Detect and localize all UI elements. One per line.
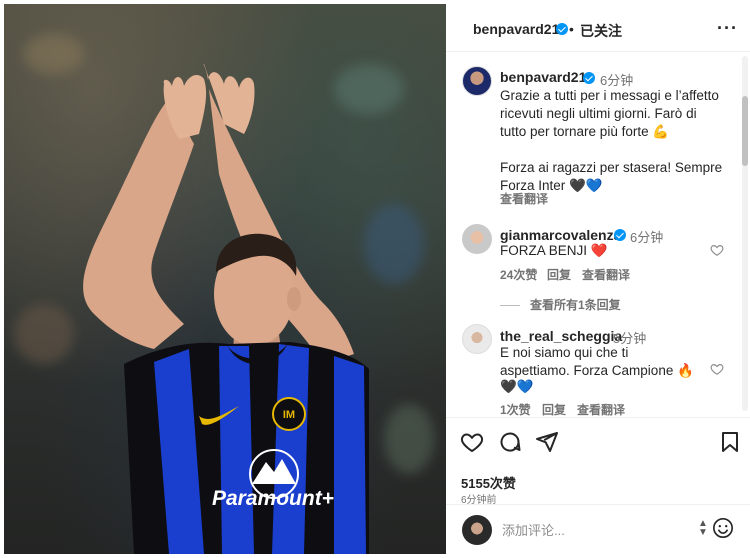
comment-username[interactable]: the_real_scheggia	[500, 328, 622, 344]
share-send-icon[interactable]	[535, 430, 559, 454]
comment-translate-link[interactable]: 查看翻译	[582, 266, 630, 283]
scrollbar-thumb[interactable]	[742, 96, 748, 166]
caption-username[interactable]: benpavard21	[500, 69, 586, 85]
smiley-emoji-icon[interactable]	[712, 517, 734, 539]
post-side-panel: benpavard21 • 已关注 ··· benpavard21 6分钟 Gr…	[446, 4, 750, 554]
like-heart-icon[interactable]	[460, 430, 484, 454]
verified-badge-icon	[583, 72, 595, 84]
author-username[interactable]: benpavard21	[473, 21, 559, 37]
svg-text:IM: IM	[283, 409, 295, 421]
comment-translate-link[interactable]: 查看翻译	[577, 401, 625, 417]
commenter-avatar[interactable]	[462, 224, 492, 254]
comment-text: E noi siamo qui che ti	[500, 345, 629, 360]
likes-count[interactable]: 5155次赞	[461, 473, 516, 492]
caption-translate-link[interactable]: 查看翻译	[500, 190, 548, 207]
current-user-avatar	[462, 515, 492, 545]
comment-reply-button[interactable]: 回复	[547, 266, 571, 283]
comment-like-icon[interactable]	[710, 243, 724, 257]
comment-like-icon[interactable]	[710, 362, 724, 376]
post-photo[interactable]: IM Paramount+	[4, 4, 446, 554]
comment-text: FORZA BENJI ❤️	[500, 243, 608, 258]
comment-likes-count[interactable]: 24次赞	[500, 266, 537, 283]
view-replies-link[interactable]: 查看所有1条回复	[500, 296, 621, 313]
post-header: benpavard21 • 已关注 ···	[446, 4, 750, 52]
jersey-sponsor-logo: Paramount+	[212, 487, 334, 510]
comments-scrollbar[interactable]	[742, 56, 748, 411]
separator-dot: •	[569, 21, 574, 37]
verified-badge-icon	[614, 229, 626, 241]
input-resize-handle-icon[interactable]: ▲ ▼	[697, 519, 709, 538]
caption-line: ricevuti negli ultimi giorni. Farò di	[500, 106, 697, 121]
save-bookmark-icon[interactable]	[718, 430, 742, 454]
commenter-avatar[interactable]	[462, 324, 492, 354]
post-action-bar: 5155次赞 6分钟前	[446, 417, 750, 506]
comments-scroll-area[interactable]: benpavard21 6分钟 Grazie a tutti per i mes…	[446, 52, 750, 417]
comment-likes-count[interactable]: 1次赞	[500, 401, 531, 417]
comment-bubble-icon[interactable]	[498, 430, 522, 454]
comment-reply-button[interactable]: 回复	[542, 401, 566, 417]
author-avatar[interactable]	[462, 66, 492, 96]
comment-time: 6分钟	[630, 230, 664, 245]
more-options-icon[interactable]: ···	[717, 18, 738, 39]
caption-line: Grazie a tutti per i messagi e l’affetto	[500, 88, 719, 103]
following-button[interactable]: 已关注	[580, 21, 622, 41]
caption-line: Forza ai ragazzi per stasera! Sempre	[500, 160, 723, 175]
caption-line: tutto per tornare più forte 💪	[500, 124, 670, 139]
player-figure: IM	[83, 63, 369, 554]
verified-badge-icon	[556, 23, 568, 35]
comment-username[interactable]: gianmarcovalenza	[500, 227, 621, 243]
comment-composer: ▲▼	[446, 504, 750, 554]
comment-text: 🖤💙	[500, 379, 534, 394]
comment-input[interactable]	[502, 519, 682, 541]
